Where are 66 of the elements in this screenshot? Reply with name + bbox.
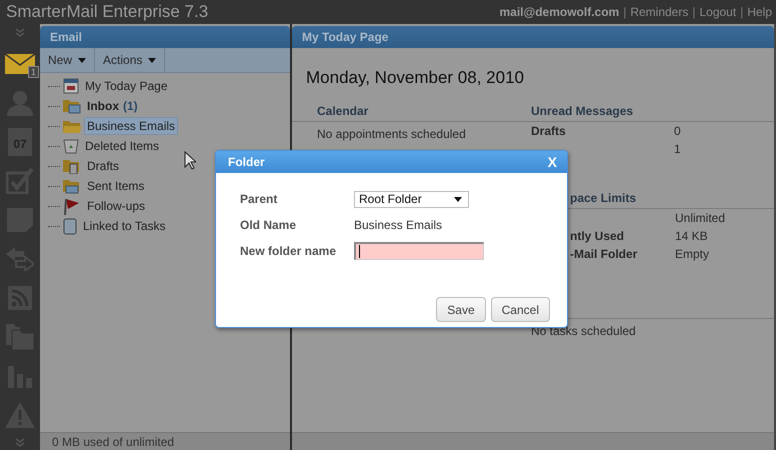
folder-item[interactable]: Business Emails bbox=[84, 117, 178, 135]
link-separator: | bbox=[623, 5, 626, 19]
caret-icon bbox=[78, 58, 86, 62]
cursor-icon bbox=[184, 151, 196, 170]
field-label: Parent bbox=[240, 192, 278, 206]
chevron-icon[interactable] bbox=[14, 28, 26, 38]
flag-icon bbox=[63, 197, 81, 215]
person-icon bbox=[6, 90, 34, 116]
folder-item[interactable]: Drafts bbox=[84, 157, 122, 175]
date-heading: Monday, November 08, 2010 bbox=[306, 68, 525, 88]
link-separator: | bbox=[692, 5, 696, 19]
unread-badge: 1 bbox=[28, 66, 39, 78]
nav-item[interactable]: 1 bbox=[0, 44, 40, 83]
folder-icon bbox=[63, 118, 81, 134]
panel-title: My Today Page bbox=[302, 30, 388, 44]
folder-envelope-icon bbox=[63, 98, 81, 114]
rss-icon bbox=[8, 286, 32, 310]
row-value: 14 KB bbox=[675, 229, 708, 243]
row-value: 0 bbox=[674, 124, 681, 138]
section-heading: pace Limits bbox=[569, 191, 638, 207]
row-label: Drafts bbox=[531, 124, 566, 138]
folder-item[interactable]: Follow-ups bbox=[84, 197, 148, 215]
caret-icon bbox=[454, 196, 462, 202]
unread-count: (1) bbox=[123, 99, 138, 113]
chevron-icon[interactable] bbox=[14, 438, 26, 448]
dialog-button[interactable]: Save bbox=[436, 297, 486, 322]
dialog-button[interactable]: Cancel bbox=[490, 297, 550, 322]
folder-item[interactable]: My Today Page bbox=[82, 77, 170, 95]
folders-icon bbox=[6, 324, 34, 350]
row-value: 1 bbox=[674, 142, 681, 156]
caret-icon bbox=[148, 58, 156, 62]
row-label: ntly Used bbox=[570, 229, 624, 243]
section-heading: Unread Messages bbox=[530, 104, 634, 120]
row-value: Empty bbox=[675, 247, 710, 261]
storage-status: 0 MB used of unlimited bbox=[52, 434, 174, 448]
dialog-title: Folder bbox=[228, 155, 265, 169]
row-label: -Mail Folder bbox=[570, 247, 638, 261]
envelope-icon bbox=[5, 52, 35, 74]
old-name-value: Business Emails bbox=[354, 218, 442, 232]
folder-item[interactable]: Deleted Items bbox=[82, 137, 162, 155]
section-heading: Calendar bbox=[316, 104, 370, 120]
calendar-empty-text: No appointments scheduled bbox=[316, 126, 467, 141]
row-value: Unlimited bbox=[675, 211, 726, 225]
app-title: SmarterMail Enterprise 7.3 bbox=[6, 2, 208, 22]
folder-item[interactable]: Linked to Tasks bbox=[80, 217, 168, 235]
parent-select[interactable]: Root Folder bbox=[354, 190, 469, 208]
notepad-icon bbox=[63, 217, 77, 235]
folder-document-icon bbox=[63, 158, 81, 174]
folder-envelope-icon bbox=[63, 178, 81, 194]
menu-button[interactable]: New bbox=[40, 48, 96, 72]
input-field[interactable] bbox=[354, 242, 484, 260]
calendar-icon bbox=[63, 78, 79, 94]
menu-button[interactable]: Actions bbox=[95, 48, 166, 72]
header-link[interactable]: Logout bbox=[699, 5, 736, 19]
arrows-icon bbox=[6, 246, 34, 270]
link-separator: | bbox=[740, 5, 744, 19]
panel-title: Email bbox=[50, 30, 82, 44]
trash-icon bbox=[63, 138, 79, 154]
field-label: New folder name bbox=[240, 244, 338, 258]
folder-item[interactable]: Sent Items bbox=[84, 177, 148, 195]
folder-item[interactable]: Inbox bbox=[84, 97, 122, 115]
header-link[interactable]: mail@demowolf.com bbox=[499, 5, 620, 19]
header-link[interactable]: Reminders bbox=[630, 5, 688, 19]
header-link[interactable]: Help bbox=[747, 5, 772, 19]
field-label: Old Name bbox=[240, 218, 298, 232]
close-button[interactable]: X bbox=[548, 154, 557, 170]
